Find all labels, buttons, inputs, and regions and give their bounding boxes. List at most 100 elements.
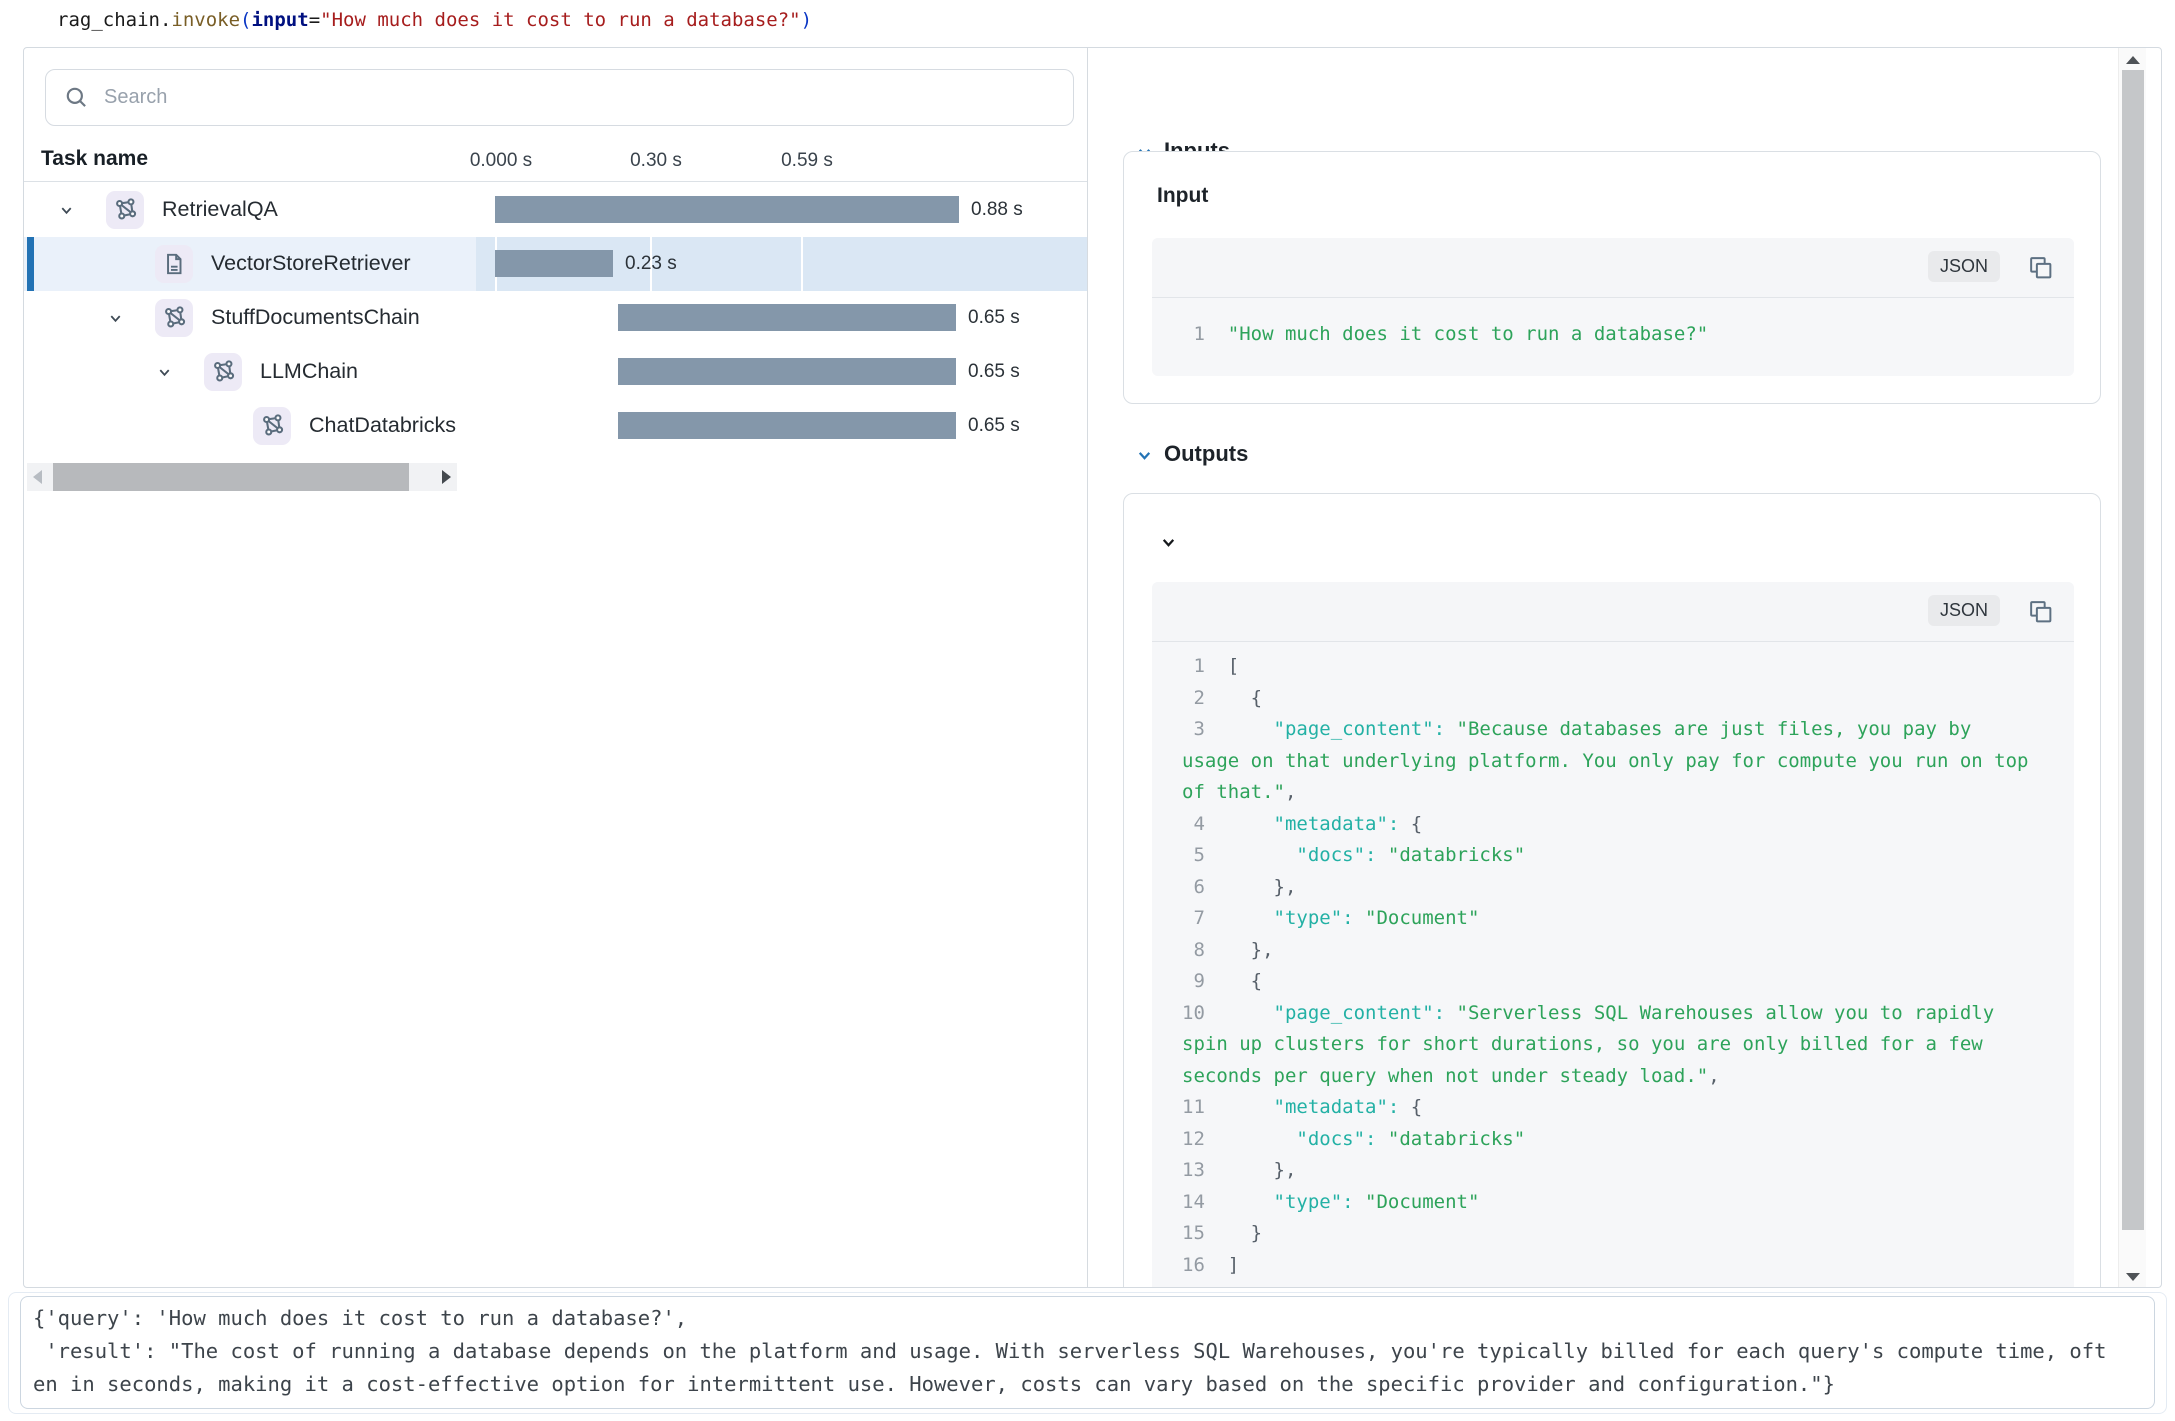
task-row-ChatDatabricks[interactable]: ChatDatabricks 0.65 s — [24, 399, 1087, 453]
vertical-scrollbar[interactable] — [2118, 48, 2146, 1288]
duration-bar — [618, 304, 956, 331]
scroll-left-arrow-icon[interactable] — [33, 470, 42, 484]
task-name-cell: StuffDocumentsChain — [24, 291, 462, 345]
code-segment: ( — [240, 9, 251, 31]
result-text-line: 'result': "The cost of running a databas… — [33, 1335, 2142, 1368]
code-line: 3 "page_content": "Because databases are… — [1182, 714, 2074, 746]
line-number: 11 — [1182, 1096, 1228, 1118]
task-name-column-header: Task name — [41, 147, 148, 171]
task-icon-tile — [204, 353, 242, 391]
duration-bar — [495, 196, 959, 223]
search-input[interactable] — [104, 71, 1054, 124]
line-number: 1 — [1182, 655, 1228, 677]
task-row-VectorStoreRetriever[interactable]: VectorStoreRetriever0.23 s — [24, 237, 1087, 291]
code-line: 4 "metadata": { — [1182, 809, 2074, 841]
code-line: seconds per query when not under steady … — [1182, 1061, 2074, 1093]
scroll-up-arrow-icon[interactable] — [2126, 56, 2140, 64]
chain-icon — [161, 305, 187, 331]
line-number: 9 — [1182, 970, 1228, 992]
input-code-block: JSON 1 "How much does it cost to run a d… — [1152, 238, 2074, 376]
duration-bar — [618, 358, 956, 385]
code-line: usage on that underlying platform. You o… — [1182, 746, 2074, 778]
task-icon-tile — [106, 191, 144, 229]
line-number: 6 — [1182, 876, 1228, 898]
code-segment: { — [1228, 970, 1262, 992]
code-line: 14 "type": "Document" — [1182, 1187, 2074, 1219]
time-axis-tick: 0.30 s — [630, 150, 682, 172]
duration-label: 0.88 s — [971, 199, 1023, 221]
chevron-wrap[interactable] — [157, 365, 172, 385]
scroll-right-arrow-icon[interactable] — [442, 470, 451, 484]
line-number: 4 — [1182, 813, 1228, 835]
line-number: 13 — [1182, 1159, 1228, 1181]
collapse-chevron-icon[interactable] — [1160, 534, 1177, 551]
copy-icon[interactable] — [2027, 254, 2054, 286]
code-segment: , — [1285, 781, 1296, 803]
task-row-LLMChain[interactable]: LLMChain0.65 s — [24, 345, 1087, 399]
json-format-badge[interactable]: JSON — [1928, 595, 2000, 626]
document-icon — [161, 251, 187, 277]
notebook-code-line: rag_chain.invoke(input="How much does it… — [57, 9, 812, 31]
result-output-box: {'query': 'How much does it cost to run … — [20, 1296, 2155, 1409]
code-segment: spin up clusters for short durations, so… — [1182, 1033, 1983, 1055]
task-row-RetrievalQA[interactable]: RetrievalQA0.88 s — [24, 183, 1087, 237]
task-icon-tile — [155, 245, 193, 283]
input-code-header: JSON — [1152, 238, 2074, 298]
line-number: 12 — [1182, 1128, 1228, 1150]
json-format-badge[interactable]: JSON — [1928, 251, 2000, 282]
expand-chevron-icon[interactable] — [108, 311, 123, 326]
chevron-wrap[interactable] — [108, 311, 123, 331]
chain-icon — [112, 197, 138, 223]
expand-chevron-icon[interactable] — [157, 365, 172, 380]
line-number: 3 — [1182, 718, 1228, 740]
task-name-cell: ChatDatabricks — [24, 399, 462, 453]
task-name-label: StuffDocumentsChain — [211, 305, 420, 330]
code-line: spin up clusters for short durations, so… — [1182, 1029, 2074, 1061]
code-line: 8 }, — [1182, 935, 2074, 967]
time-axis-tick: 0.59 s — [781, 150, 833, 172]
task-row-StuffDocumentsChain[interactable]: StuffDocumentsChain0.65 s — [24, 291, 1087, 345]
horizontal-scrollbar[interactable] — [27, 463, 457, 491]
task-icon-tile — [155, 299, 193, 337]
duration-label: 0.23 s — [625, 253, 677, 275]
line-number: 5 — [1182, 844, 1228, 866]
code-line: 9 { — [1182, 966, 2074, 998]
code-line: 13 }, — [1182, 1155, 2074, 1187]
code-segment: ) — [801, 9, 812, 31]
output-card: JSON 1 [ 2 { 3 "page_content": "Because … — [1123, 493, 2101, 1288]
code-line: 2 { — [1182, 683, 2074, 715]
chevron-wrap[interactable] — [59, 203, 74, 223]
chevron-down-icon[interactable] — [1136, 447, 1153, 464]
output-code-body: 1 [ 2 { 3 "page_content": "Because datab… — [1152, 643, 2074, 1281]
duration-label: 0.65 s — [968, 415, 1020, 437]
copy-icon[interactable] — [2027, 598, 2054, 630]
chain-icon — [259, 413, 285, 439]
time-axis-tick: 0.000 s — [470, 150, 532, 172]
code-segment: "metadata": — [1228, 1096, 1411, 1118]
code-line: 1 [ — [1182, 651, 2074, 683]
task-name-cell: LLMChain — [24, 345, 462, 399]
code-segment: "type": — [1228, 1191, 1365, 1213]
horizontal-scrollbar-thumb[interactable] — [53, 463, 409, 491]
code-segment: "Document" — [1365, 1191, 1479, 1213]
expand-chevron-icon[interactable] — [59, 203, 74, 218]
line-number: 10 — [1182, 1002, 1228, 1024]
line-number: 7 — [1182, 907, 1228, 929]
code-line: 12 "docs": "databricks" — [1182, 1124, 2074, 1156]
code-line: 7 "type": "Document" — [1182, 903, 2074, 935]
code-segment: "How much does it cost to run a database… — [1228, 323, 1708, 345]
code-segment: "How much does it cost to run a database… — [320, 9, 800, 31]
scroll-down-arrow-icon[interactable] — [2126, 1273, 2140, 1281]
code-segment: } — [1228, 1222, 1262, 1244]
code-segment: "page_content": — [1228, 1002, 1457, 1024]
code-segment: }, — [1228, 876, 1297, 898]
outputs-section-header[interactable]: Outputs — [1136, 447, 1153, 469]
code-line: 6 }, — [1182, 872, 2074, 904]
code-segment: { — [1411, 813, 1422, 835]
vertical-scrollbar-thumb[interactable] — [2122, 70, 2144, 1230]
line-number: 16 — [1182, 1254, 1228, 1276]
task-icon-tile — [253, 407, 291, 445]
task-name-label: ChatDatabricks — [309, 413, 456, 438]
code-line: of that.", — [1182, 777, 2074, 809]
line-number: 14 — [1182, 1191, 1228, 1213]
